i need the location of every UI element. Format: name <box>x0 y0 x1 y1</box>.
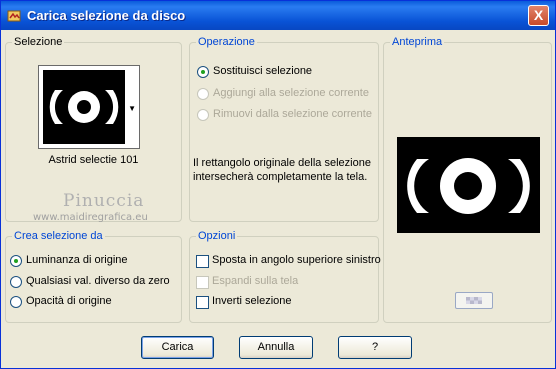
opzioni-group-label: Opzioni <box>196 230 238 242</box>
operazione-group-label: Operazione <box>196 36 257 48</box>
selection-name: Astrid selectie 101 <box>48 154 139 166</box>
chevron-down-icon[interactable]: ▼ <box>128 104 136 113</box>
radio-button[interactable] <box>197 66 209 78</box>
radio-button[interactable] <box>197 88 209 100</box>
selection-thumbnail-image <box>43 70 125 144</box>
checkbox[interactable] <box>196 276 209 289</box>
help-button[interactable]: ? <box>338 336 412 359</box>
radio-button[interactable] <box>10 255 22 267</box>
checkbox[interactable] <box>196 255 209 268</box>
anteprima-group-label: Anteprima <box>390 36 445 48</box>
selection-thumbnail-dropdown[interactable]: ▼ <box>38 65 140 149</box>
selection-thumbnail <box>43 70 125 144</box>
watermark-site: www.maidiregrafica.eu <box>33 212 148 223</box>
crea-selezione-group-label: Crea selezione da <box>12 230 105 242</box>
anteprima-image <box>397 137 540 233</box>
app-icon <box>7 10 21 22</box>
load-button[interactable]: Carica <box>141 336 214 359</box>
dialog-window: Carica selezione da disco X Selezione ▼ … <box>0 0 556 369</box>
operazione-group: Operazione Sostituisci selezione Aggiung… <box>189 36 379 222</box>
checkerboard-icon <box>466 297 482 304</box>
crea-selezione-group: Crea selezione da Luminanza di origine Q… <box>5 230 182 323</box>
close-icon: X <box>533 7 544 23</box>
anteprima-preview <box>397 137 540 233</box>
opzioni-group: Opzioni Sposta in angolo superiore sinis… <box>189 230 381 323</box>
watermark-logo: Pinuccia <box>63 191 145 211</box>
anteprima-group: Anteprima <box>383 36 552 323</box>
close-button[interactable]: X <box>528 5 549 26</box>
radio-button[interactable] <box>10 296 22 308</box>
selezione-group-label: Selezione <box>12 36 65 48</box>
title-bar[interactable]: Carica selezione da disco X <box>1 1 555 30</box>
zoom-preview-button[interactable] <box>455 292 493 309</box>
checkbox[interactable] <box>196 296 209 309</box>
cancel-button[interactable]: Annulla <box>239 336 313 359</box>
window-title: Carica selezione da disco <box>27 8 186 23</box>
operazione-info-text: Il rettangolo originale della selezione … <box>193 157 371 183</box>
radio-button[interactable] <box>10 276 22 288</box>
radio-button[interactable] <box>197 109 209 121</box>
